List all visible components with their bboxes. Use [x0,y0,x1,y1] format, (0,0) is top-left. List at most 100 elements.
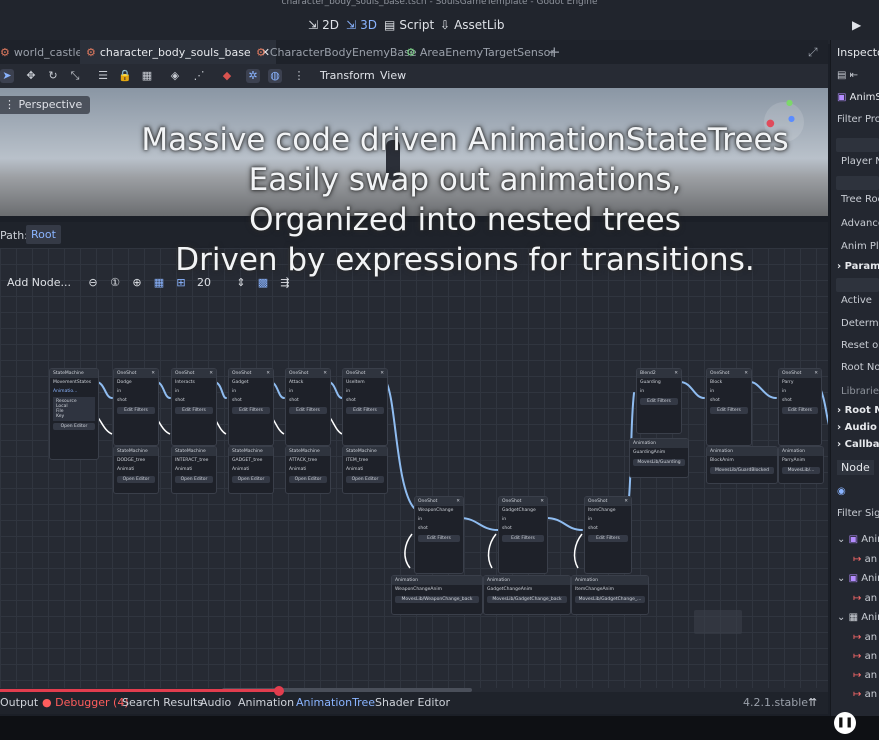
node-name[interactable]: WeaponChangeAnim [392,585,482,594]
node-name[interactable]: Dodge [114,378,158,387]
node-name[interactable]: Parry [779,378,821,387]
node-name[interactable]: WeaponChange [415,506,463,515]
edit-filters-button[interactable]: Edit Filters [289,407,327,414]
shot-port[interactable]: shot [172,396,216,405]
tree-root-field[interactable] [836,176,879,190]
property-reset-on-save[interactable]: Reset on [841,340,879,351]
oneshot-node[interactable]: OneShot ✕ WeaponChange in shot Edit Filte… [414,496,464,574]
oneshot-node[interactable]: OneShot ✕ Gadget in shot Edit Filters [228,368,274,446]
node-name[interactable]: ATTACK_tree [286,456,330,465]
3d-button[interactable]: ⇲ 3D [346,18,377,32]
tab-area-enemy-target-sensor[interactable]: ⚙ AreaEnemyTargetSensor [406,40,555,64]
close-icon[interactable]: ✕ [266,371,270,376]
node-animation[interactable]: Animati [172,465,216,474]
animation-node[interactable]: Animation BlockAnim MovesLib/GuardBlocke… [706,446,778,484]
oneshot-node[interactable]: OneShot ✕ GadgetChange in shot Edit Filte… [498,496,548,574]
shot-port[interactable]: shot [499,524,547,533]
signal-item[interactable]: ↦ an [853,632,877,643]
open-editor-button[interactable]: Open Editor [289,476,327,483]
node-name[interactable]: MovementStates [50,378,98,387]
signal-group[interactable]: ⌄ ▦ Anim [837,612,879,623]
section-parameters[interactable]: › Parame [837,261,879,272]
shot-port[interactable]: shot [415,524,463,533]
animation-select[interactable]: MovesLib/... [782,467,820,474]
node-name[interactable]: Guarding [637,378,681,387]
blend2-node[interactable]: Blend2 ✕ Guarding in Edit Filters [636,368,682,434]
property-root-node[interactable]: Root No [841,362,879,373]
edit-filters-button[interactable]: Edit Filters [640,398,678,405]
add-tab-button[interactable]: + [548,40,561,64]
edit-filters-button[interactable]: Edit Filters [418,535,460,542]
edit-filters-button[interactable]: Edit Filters [588,535,628,542]
signal-item[interactable]: ↦ an [853,689,877,700]
tab-animation[interactable]: Animation [238,696,294,709]
animation-node[interactable]: Animation ItemChangeAnim MovesLib/Gadget… [571,575,649,615]
node-name[interactable]: ItemChangeAnim [572,585,648,594]
node-animation[interactable]: Animati [114,465,158,474]
tab-animation-tree[interactable]: AnimationTree [296,696,375,709]
scale-tool-icon[interactable]: ⤡ [68,69,82,83]
close-icon[interactable]: ✕ [209,371,213,376]
signal-group[interactable]: ⌄ ▣ Anim [837,534,879,545]
animation-node[interactable]: Animation WeaponChangeAnim MovesLib/Weap… [391,575,483,615]
signal-icon[interactable]: ◉ [837,486,846,497]
oneshot-node[interactable]: OneShot ✕ Interacts in shot Edit Filters [171,368,217,446]
animation-select[interactable]: MovesLib/Guarding [633,459,685,466]
group-icon[interactable]: ▦ [140,69,154,83]
signal-item[interactable]: ↦ an [853,670,877,681]
pause-icon[interactable]: ❚❚ [834,712,856,734]
node-name[interactable]: ItemChange [585,506,631,515]
environment-icon[interactable]: ◍ [268,69,282,83]
node-animation[interactable]: Animati [286,465,330,474]
in-port[interactable]: in [415,515,463,524]
state-machine-node[interactable]: StateMachine ITEM_tree Animati Open Edit… [342,446,388,494]
node-name[interactable]: GADGET_tree [229,456,273,465]
oneshot-node[interactable]: OneShot ✕ Dodge in shot Edit Filters [113,368,159,446]
edit-filters-button[interactable]: Edit Filters [175,407,213,414]
graph-minimap[interactable] [694,610,742,634]
move-tool-icon[interactable]: ✥ [24,69,38,83]
perspective-menu[interactable]: ⋮ Perspective [0,96,91,114]
state-machine-node[interactable]: StateMachine GADGET_tree Animati Open Ed… [228,446,274,494]
oneshot-node[interactable]: OneShot ✕ ItemChange in shot Edit Filters [584,496,632,574]
lock-icon[interactable]: 🔒 [118,69,132,83]
tab-output[interactable]: Output [0,696,38,709]
in-port[interactable]: in [286,387,330,396]
signal-item[interactable]: ↦ an [853,651,877,662]
state-machine-node[interactable]: StateMachine DODGE_tree Animati Open Edi… [113,446,159,494]
sun-icon[interactable]: ✲ [246,69,260,83]
node-name[interactable]: GuardingAnim [630,448,688,457]
tab-character-body-enemy-base[interactable]: ⚙ CharacterBodyEnemyBase [256,40,417,64]
edit-filters-button[interactable]: Edit Filters [232,407,270,414]
property-anim-player[interactable]: Anim Pla [841,241,879,252]
close-icon[interactable]: ✕ [814,371,818,376]
animation-node[interactable]: Animation GadgetChangeAnim MovesLib/Gadg… [483,575,571,615]
oneshot-node[interactable]: OneShot ✕ Parry in shot Edit Filters [778,368,822,446]
close-icon[interactable]: ✕ [323,371,327,376]
in-port[interactable]: in [779,387,821,396]
snap-icon[interactable]: ◈ [168,69,182,83]
signal-group[interactable]: ⌄ ▣ Anim [837,573,879,584]
node-name[interactable]: UseItem [343,378,387,387]
animation-select[interactable]: MovesLib/GadgetChange_... [575,596,645,603]
play-button[interactable]: ▶ [852,18,861,32]
node-animation[interactable]: Animatio... [50,387,98,396]
node-name[interactable]: GadgetChange [499,506,547,515]
list-icon[interactable]: ☰ [96,69,110,83]
shot-port[interactable]: shot [707,396,751,405]
ruler-icon[interactable]: ⋰ [192,69,206,83]
more-icon[interactable]: ⋮ [292,69,306,83]
shot-port[interactable]: shot [286,396,330,405]
fullscreen-button[interactable]: ⤢ [808,40,818,64]
in-port[interactable]: in [707,387,751,396]
close-icon[interactable]: ✕ [624,499,628,504]
2d-button[interactable]: ⇲ 2D [308,18,339,32]
history-icon[interactable]: ▤ ⇤ [837,70,858,81]
script-button[interactable]: ▤ Script [384,18,434,32]
progress-handle[interactable] [274,686,284,696]
filter-properties-input[interactable]: Filter Prop [837,114,879,125]
open-editor-button[interactable]: Open Editor [53,423,95,430]
node-name[interactable]: ITEM_tree [343,456,387,465]
active-field[interactable] [836,278,879,292]
node-animation[interactable]: Animati [343,465,387,474]
